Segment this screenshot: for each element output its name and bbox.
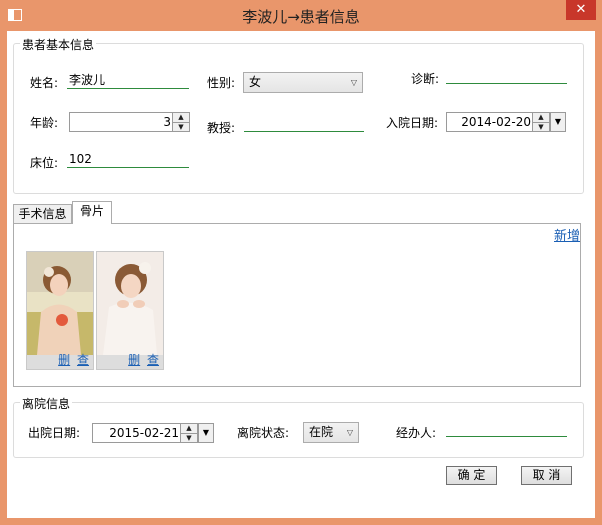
title-bar[interactable]: 李波儿→患者信息 ✕ bbox=[0, 0, 602, 31]
gender-value: 女 bbox=[249, 75, 262, 89]
thumb-1-delete-link[interactable]: 删 bbox=[58, 353, 70, 367]
chevron-down-icon: ▽ bbox=[346, 428, 353, 437]
gender-label: 性别: bbox=[207, 76, 236, 90]
close-button[interactable]: ✕ bbox=[566, 0, 596, 20]
arrow-down-icon[interactable]: ▼ bbox=[173, 122, 189, 132]
discharge-date-value: 2015-02-21 bbox=[109, 426, 179, 440]
discharge-status-select[interactable]: 在院 ▽ bbox=[303, 422, 359, 443]
discharge-group: 离院信息 出院日期: 2015-02-21 ▲ ▼ ▼ 离院状态: 在院 ▽ 经… bbox=[13, 395, 584, 458]
chevron-down-icon: ▽ bbox=[350, 78, 357, 87]
bed-field[interactable]: 102 bbox=[67, 151, 189, 168]
discharge-date-dropdown-icon[interactable]: ▼ bbox=[198, 423, 214, 443]
window-title: 李波儿→患者信息 bbox=[242, 8, 360, 26]
thumb-1-view-link[interactable]: 查 bbox=[77, 353, 89, 367]
tab-bone[interactable]: 骨片 bbox=[72, 201, 112, 224]
admit-date-picker[interactable]: 2014-02-20 ▲ ▼ bbox=[446, 112, 550, 132]
handler-field[interactable] bbox=[446, 420, 567, 437]
arrow-up-icon[interactable]: ▲ bbox=[173, 113, 189, 122]
discharge-date-arrows[interactable]: ▲ ▼ bbox=[180, 424, 197, 442]
admit-date-value: 2014-02-20 bbox=[461, 115, 531, 129]
cancel-button[interactable]: 取 消 bbox=[521, 466, 572, 485]
age-stepper[interactable]: 3 ▲ ▼ bbox=[69, 112, 190, 132]
photo-1-image bbox=[27, 252, 93, 355]
diagnosis-label: 诊断: bbox=[411, 72, 440, 86]
gender-select[interactable]: 女 ▽ bbox=[243, 72, 363, 93]
bone-tab-panel: 新增 删 查 删 查 bbox=[13, 223, 581, 387]
thumb-1-actions: 删 查 bbox=[55, 351, 89, 368]
basic-info-legend: 患者基本信息 bbox=[20, 36, 97, 53]
handler-label: 经办人: bbox=[396, 426, 437, 440]
photo-1 bbox=[27, 252, 93, 355]
arrow-up-icon[interactable]: ▲ bbox=[533, 113, 549, 122]
discharge-status-label: 离院状态: bbox=[237, 426, 290, 440]
name-label: 姓名: bbox=[30, 76, 59, 90]
admit-date-dropdown-icon[interactable]: ▼ bbox=[550, 112, 566, 132]
age-value: 3 bbox=[163, 115, 171, 129]
admit-date-label: 入院日期: bbox=[386, 116, 439, 130]
admit-date-arrows[interactable]: ▲ ▼ bbox=[532, 113, 549, 131]
bone-thumb-1[interactable]: 删 查 bbox=[26, 251, 94, 370]
thumb-2-view-link[interactable]: 查 bbox=[147, 353, 159, 367]
discharge-legend: 离院信息 bbox=[20, 395, 73, 412]
professor-field[interactable] bbox=[244, 115, 364, 132]
bed-label: 床位: bbox=[30, 156, 59, 170]
thumb-2-delete-link[interactable]: 删 bbox=[128, 353, 140, 367]
discharge-date-picker[interactable]: 2015-02-21 ▲ ▼ bbox=[92, 423, 198, 443]
professor-label: 教授: bbox=[207, 121, 236, 135]
photo-2-image bbox=[97, 252, 163, 355]
add-new-link[interactable]: 新增 bbox=[554, 225, 580, 244]
basic-info-group: 患者基本信息 姓名: 李波儿 性别: 女 ▽ 诊断: 年龄: 3 ▲ ▼ 教授:… bbox=[13, 36, 584, 194]
arrow-down-icon[interactable]: ▼ bbox=[533, 122, 549, 132]
discharge-status-value: 在院 bbox=[309, 425, 334, 439]
thumb-2-actions: 删 查 bbox=[125, 351, 159, 368]
age-stepper-arrows[interactable]: ▲ ▼ bbox=[172, 113, 189, 131]
client-area: 患者基本信息 姓名: 李波儿 性别: 女 ▽ 诊断: 年龄: 3 ▲ ▼ 教授:… bbox=[7, 31, 595, 518]
diagnosis-field[interactable] bbox=[446, 67, 567, 84]
app-window: 李波儿→患者信息 ✕ 患者基本信息 姓名: 李波儿 性别: 女 ▽ 诊断: 年龄… bbox=[0, 0, 602, 525]
age-label: 年龄: bbox=[30, 116, 59, 130]
photo-2 bbox=[97, 252, 163, 355]
discharge-date-label: 出院日期: bbox=[28, 426, 81, 440]
arrow-down-icon[interactable]: ▼ bbox=[181, 433, 197, 443]
bone-thumb-2[interactable]: 删 查 bbox=[96, 251, 164, 370]
ok-button[interactable]: 确 定 bbox=[446, 466, 497, 485]
name-field[interactable]: 李波儿 bbox=[67, 72, 189, 89]
arrow-up-icon[interactable]: ▲ bbox=[181, 424, 197, 433]
tab-surgery[interactable]: 手术信息 bbox=[13, 204, 72, 224]
